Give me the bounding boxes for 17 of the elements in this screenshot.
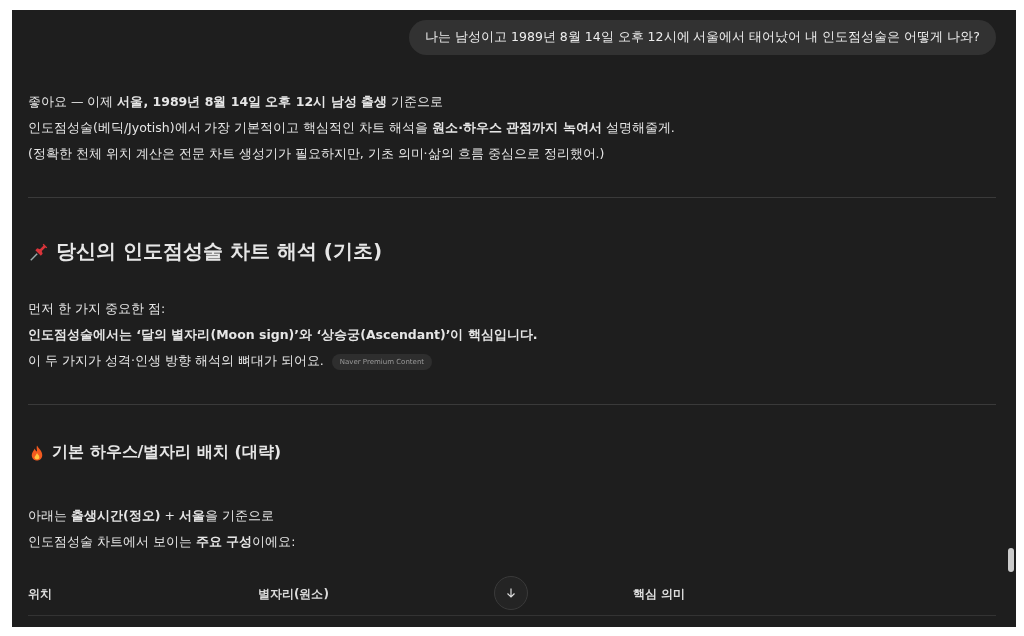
section-heading: 당신의 인도점성술 차트 해석 (기초) xyxy=(56,238,383,265)
answer-text: 먼저 한 가지 중요한 점: xyxy=(28,301,166,316)
arrow-down-icon xyxy=(505,587,517,599)
scroll-down-button[interactable] xyxy=(494,576,528,610)
scrollbar-thumb[interactable] xyxy=(1008,548,1014,572)
answer-text: 인도점성술 차트에서 보이는 주요 구성이에요: xyxy=(28,534,296,549)
answer-text: (정확한 천체 위치 계산은 전문 차트 생성기가 필요하지만, 기초 의미·삶의 흐름 중심으로 정리했어.) xyxy=(28,145,606,163)
answer-text: 인도점성술(베딕/Jyotish)에서 가장 기본적이고 핵심적인 차트 해석을 원소·하우스 관점까지 녹여서 설명해줄게. xyxy=(28,119,676,137)
column-header: 위치 xyxy=(28,586,52,603)
answer-text: 인도점성술에서는 ‘달의 별자리(Moon sign)’와 ‘상승궁(Ascendant)’이 핵심입니다. xyxy=(28,327,538,342)
section-heading: 기본 하우스/별자리 배치 (대략) xyxy=(52,442,282,463)
answer-text: 이 두 가지가 성격·인생 방향 해석의 뼈대가 되어요. xyxy=(28,353,324,368)
column-header: 별자리(원소) xyxy=(258,586,329,603)
answer-text: 아래는 출생시간(정오) + 서울을 기준으로 xyxy=(28,508,274,523)
column-header: 핵심 의미 xyxy=(633,586,686,603)
user-message: 나는 남성이고 1989년 8월 14일 오후 12시에 서울에서 태어났어 내 인도점성술은 어떻게 나와? xyxy=(409,20,996,55)
answer-text: 좋아요 — 이제 서울, 1989년 8월 14일 오후 12시 남성 출생 기준으로 xyxy=(28,93,444,111)
